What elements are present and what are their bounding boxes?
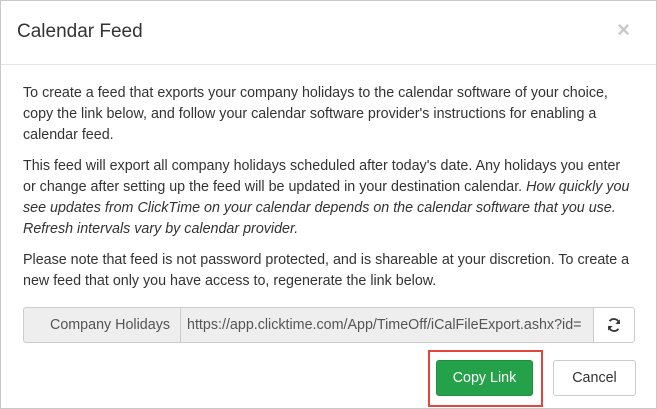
feed-link-group: Company Holidays	[23, 307, 635, 343]
feed-label: Company Holidays	[23, 307, 180, 343]
copy-link-button[interactable]: Copy Link	[436, 360, 533, 396]
cancel-button[interactable]: Cancel	[553, 360, 636, 396]
modal-title: Calendar Feed	[17, 21, 143, 42]
intro-paragraph: To create a feed that exports your compa…	[23, 85, 608, 143]
close-icon[interactable]: ×	[617, 19, 630, 41]
calendar-feed-dialog: Calendar Feed × To create a feed that ex…	[0, 0, 657, 409]
export-info-paragraph: This feed will export all company holida…	[23, 156, 635, 240]
security-note-paragraph: Please note that feed is not password pr…	[23, 252, 630, 289]
feed-url-field[interactable]	[180, 307, 594, 343]
refresh-icon	[608, 318, 620, 332]
modal-header: Calendar Feed ×	[1, 1, 656, 65]
modal-body: To create a feed that exports your compa…	[23, 83, 635, 302]
regenerate-link-button[interactable]	[594, 307, 635, 343]
